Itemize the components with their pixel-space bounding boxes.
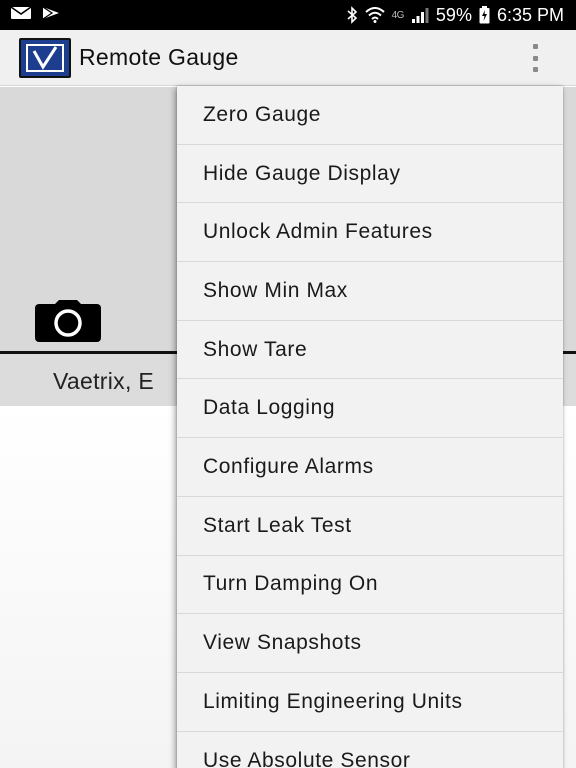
overflow-menu: Zero Gauge Hide Gauge Display Unlock Adm…: [177, 86, 563, 768]
menu-item-show-tare[interactable]: Show Tare: [177, 321, 563, 380]
notification-icons: [10, 5, 60, 26]
app-logo[interactable]: [19, 37, 71, 78]
v-logo-icon: [26, 43, 64, 72]
menu-item-configure-alarms[interactable]: Configure Alarms: [177, 438, 563, 497]
status-bar: 4G 59% 6:35 PM: [0, 0, 576, 30]
app-bar: Remote Gauge: [0, 30, 576, 86]
app-title: Remote Gauge: [79, 44, 239, 70]
menu-item-show-min-max[interactable]: Show Min Max: [177, 262, 563, 321]
signal-icon: [411, 7, 429, 23]
menu-item-hide-gauge-display[interactable]: Hide Gauge Display: [177, 145, 563, 204]
menu-item-limiting-engineering-units[interactable]: Limiting Engineering Units: [177, 673, 563, 732]
screen: 4G 59% 6:35 PM Remote Gauge Vaetrix, E Z…: [0, 0, 576, 768]
menu-item-start-leak-test[interactable]: Start Leak Test: [177, 497, 563, 556]
wifi-icon: [364, 7, 385, 23]
system-icons: 4G 59% 6:35 PM: [346, 5, 564, 26]
camera-icon: [35, 300, 101, 342]
battery-icon: [479, 6, 490, 24]
mail-icon: [10, 5, 32, 25]
overflow-menu-button[interactable]: [528, 44, 542, 72]
network-type: 4G: [391, 9, 405, 21]
bluetooth-icon: [346, 6, 358, 24]
snapshot-button[interactable]: [35, 300, 101, 347]
menu-item-turn-damping-on[interactable]: Turn Damping On: [177, 556, 563, 615]
more-vert-icon: [532, 44, 538, 49]
clock: 6:35 PM: [496, 4, 564, 25]
menu-item-data-logging[interactable]: Data Logging: [177, 379, 563, 439]
menu-item-zero-gauge[interactable]: Zero Gauge: [177, 86, 563, 145]
battery-percent: 59%: [435, 4, 472, 25]
menu-item-use-absolute-sensor[interactable]: Use Absolute Sensor: [177, 732, 563, 768]
play-store-icon: [42, 5, 60, 26]
menu-item-view-snapshots[interactable]: View Snapshots: [177, 614, 563, 673]
device-name: Vaetrix, E: [53, 368, 154, 394]
menu-item-unlock-admin-features[interactable]: Unlock Admin Features: [177, 203, 563, 263]
